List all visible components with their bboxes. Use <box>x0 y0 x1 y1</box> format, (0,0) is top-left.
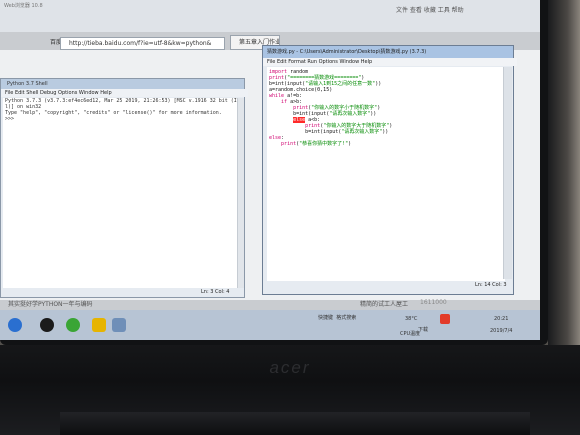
editor-title: 猜数游戏.py - C:\Users\Administrator\Desktop… <box>267 49 427 55</box>
tray-label[interactable]: 快捷键 <box>318 315 333 321</box>
taskbar: 快捷键 格式搜索 下载 38°C CPU温度 20:21 2019/7/4 <box>0 310 540 340</box>
shell-line: Type "help", "copyright", "credits" or "… <box>5 110 222 116</box>
tray-labels: 快捷键 格式搜索 <box>318 314 356 321</box>
editor-titlebar[interactable]: 猜数游戏.py - C:\Users\Administrator\Desktop… <box>263 46 513 58</box>
brand-logo: acer <box>269 358 311 377</box>
list-item[interactable]: 精简的试工人屋工 <box>360 299 408 308</box>
code-editor[interactable]: import random print("========猜数游戏=======… <box>267 67 505 281</box>
shell-title: Python 3.7 Shell <box>7 81 48 87</box>
python-icon[interactable] <box>92 318 106 332</box>
list-item-count: 1611000 <box>420 299 447 306</box>
editor-menubar[interactable]: File Edit Format Run Options Window Help <box>263 58 517 66</box>
keyboard-strip <box>60 412 530 435</box>
laptop-side <box>548 0 580 360</box>
tray-label[interactable]: 格式搜索 <box>336 315 356 321</box>
start-icon[interactable] <box>8 318 22 332</box>
shell-output[interactable]: Python 3.7.3 (v3.7.3:ef4ec6ed12, Mar 25 … <box>3 98 241 288</box>
shell-titlebar[interactable]: Python 3.7 Shell <box>1 79 244 89</box>
python-shell-window[interactable]: Python 3.7 Shell File Edit Shell Debug O… <box>0 78 248 298</box>
shell-menubar[interactable]: File Edit Shell Debug Options Window Hel… <box>1 89 248 97</box>
antivirus-icon[interactable] <box>440 314 450 324</box>
editor-scrollbar[interactable] <box>503 67 512 279</box>
laptop-screen: Web浏览器 10.8 文件 查看 收藏 工具 帮助 百度 http://tie… <box>0 0 540 340</box>
clock-date[interactable]: 2019/7/4 <box>490 328 512 334</box>
shell-status: Ln: 3 Col: 4 <box>201 289 230 295</box>
editor-status: Ln: 14 Col: 3 <box>475 282 507 288</box>
browser-menu[interactable]: 文件 查看 收藏 工具 帮助 <box>396 5 464 14</box>
address-bar[interactable]: http://tieba.baidu.com/f?ie=utf-8&kw=pyt… <box>60 37 225 50</box>
browser-icon[interactable] <box>66 318 80 332</box>
idle-editor-window[interactable]: 猜数游戏.py - C:\Users\Administrator\Desktop… <box>262 45 517 295</box>
list-item[interactable]: 其实挺好学PYTHON一年与编码 <box>8 299 93 308</box>
app-icon[interactable] <box>112 318 126 332</box>
shell-scrollbar[interactable] <box>237 98 244 288</box>
clock-time[interactable]: 20:21 <box>494 316 508 322</box>
temp-readout: 38°C <box>405 316 418 322</box>
cpu-label: CPU温度 <box>400 331 421 337</box>
shell-prompt[interactable]: >>> <box>5 116 241 122</box>
browser-title: Web浏览器 10.8 <box>4 3 43 9</box>
qq-icon[interactable] <box>40 318 54 332</box>
